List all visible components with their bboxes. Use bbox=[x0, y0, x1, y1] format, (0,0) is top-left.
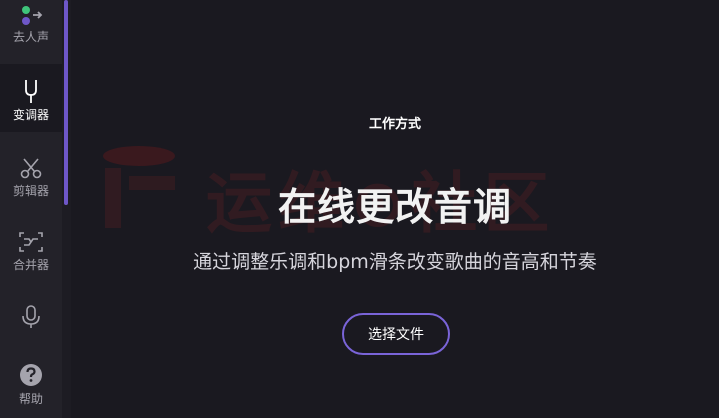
select-file-button[interactable]: 选择文件 bbox=[342, 313, 450, 355]
page-subtitle: 通过调整乐调和bpm滑条改变歌曲的音高和节奏 bbox=[193, 251, 597, 273]
tuning-fork-icon bbox=[25, 80, 37, 103]
microphone-icon bbox=[22, 305, 40, 328]
sidebar-item-label: 剪辑器 bbox=[12, 184, 49, 198]
sidebar-scrollbar-thumb[interactable] bbox=[64, 0, 68, 205]
sidebar-item-label: 变调器 bbox=[12, 108, 49, 122]
sidebar-item-vocal-remover[interactable]: 去人声 bbox=[0, 0, 62, 58]
app-window: 去人声 变调器 剪辑器 合并器 帮助 运维⊙社区 工作方式 在线更改音调 通过调… bbox=[0, 0, 719, 418]
sidebar-item-cutter[interactable]: 剪辑器 bbox=[0, 140, 62, 208]
sidebar-item-label: 去人声 bbox=[12, 30, 49, 44]
scissors-icon bbox=[20, 158, 42, 179]
sidebar-item-pitch-changer[interactable]: 变调器 bbox=[0, 64, 62, 132]
sidebar-item-joiner[interactable]: 合并器 bbox=[0, 216, 62, 282]
main-content: 运维⊙社区 工作方式 在线更改音调 通过调整乐调和bpm滑条改变歌曲的音高和节奏… bbox=[71, 0, 719, 418]
vocal-remover-icon bbox=[22, 6, 43, 25]
help-icon bbox=[20, 364, 42, 386]
page-title: 在线更改音调 bbox=[277, 185, 512, 229]
sidebar: 去人声 变调器 剪辑器 合并器 帮助 bbox=[0, 0, 62, 418]
sidebar-item-label: 帮助 bbox=[18, 392, 43, 406]
section-kicker: 工作方式 bbox=[368, 117, 421, 132]
sidebar-item-recorder[interactable] bbox=[0, 292, 62, 342]
sidebar-item-label: 合并器 bbox=[12, 258, 49, 272]
sidebar-item-help[interactable]: 帮助 bbox=[0, 356, 62, 418]
merge-icon bbox=[19, 232, 43, 252]
